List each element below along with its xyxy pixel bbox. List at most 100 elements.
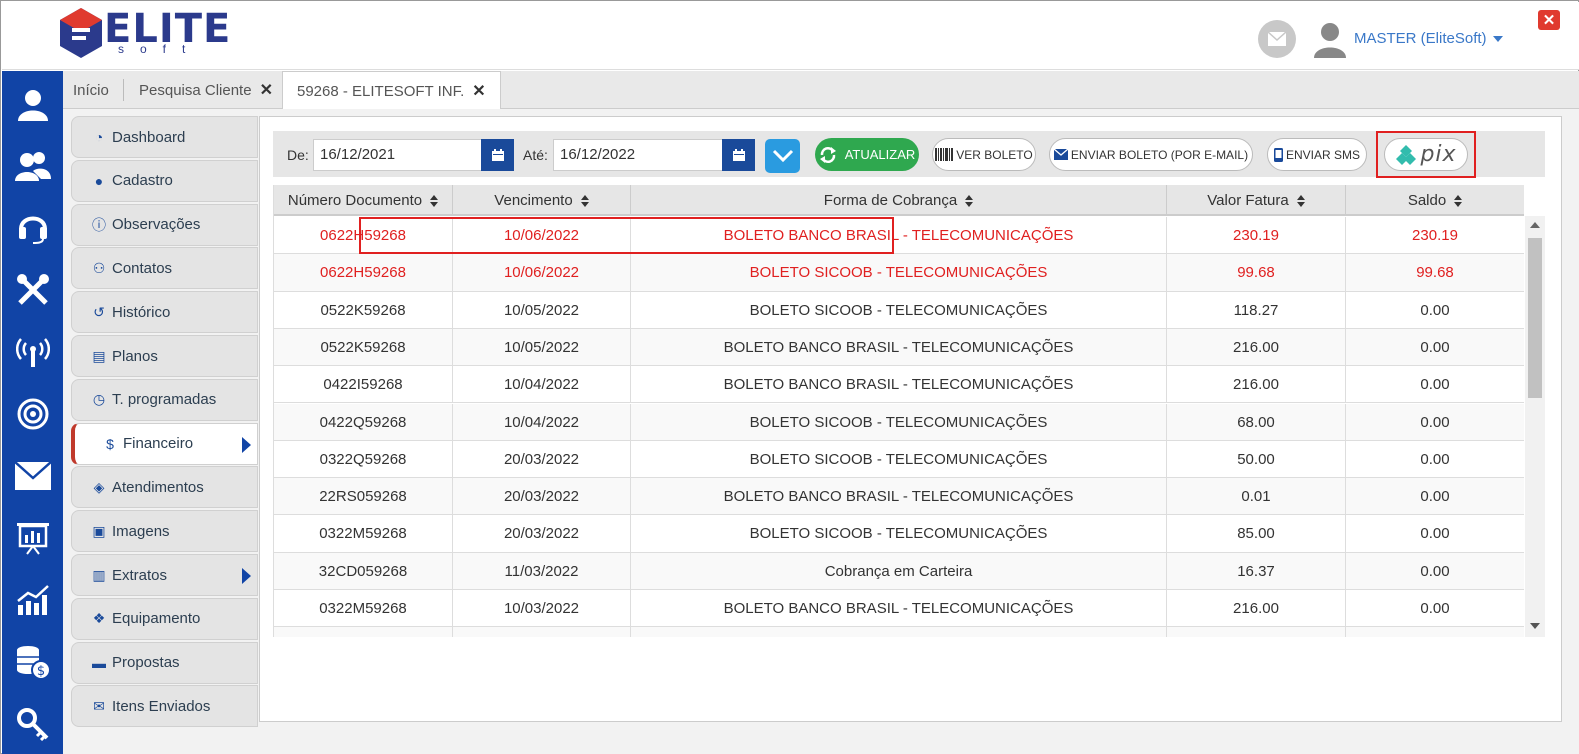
table-row[interactable]: 0422I59268 10/04/2022 BOLETO BANCO BRASIL … [274,366,1524,404]
menu-item-label: Histórico [112,303,171,321]
sort-icon [965,194,974,207]
sort-icon [1296,194,1305,207]
col-numero-documento[interactable]: Número Documento [274,185,453,216]
table-row[interactable]: 0522K59268 10/05/2022 BOLETO SICOOB - TELE… [274,291,1524,329]
cell-doc: 0322Q59268 [274,440,453,478]
from-calendar-button[interactable] [481,139,514,171]
main-sidebar: $ [2,71,63,754]
table-row[interactable]: 0322M59268 20/03/2022 BOLETO SICOOB - TELE… [274,515,1524,553]
from-date-input[interactable]: 16/12/2021 [313,139,485,171]
cell-valor: 216.00 [1167,590,1346,627]
cell-forma: BOLETO SICOOB - TELECOMUNICAÇÕES [631,291,1167,329]
menu-item-label: Financeiro [123,435,194,453]
mail-icon[interactable] [14,457,52,495]
menu-item-propostas[interactable]: ▬ Propostas [71,641,258,684]
to-calendar-button[interactable] [722,139,755,171]
scroll-up-icon[interactable] [1530,222,1540,228]
headset-icon[interactable] [14,209,52,247]
image-icon: ▣ [92,522,106,539]
scroll-down-icon[interactable] [1530,623,1540,629]
antenna-icon[interactable] [14,333,52,371]
table-row[interactable]: 0422Q59268 10/04/2022 BOLETO SICOOB - TELE… [274,403,1524,441]
col-vencimento[interactable]: Vencimento [453,185,631,216]
table-row[interactable]: 0322Q59268 20/03/2022 BOLETO SICOOB - TELE… [274,440,1524,479]
menu-item-label: Equipamento [112,610,201,628]
chevron-down-icon [1492,36,1503,43]
menu-item-cadastro[interactable]: ● Cadastro [71,159,258,202]
enviar-sms-label: ENVIAR SMS [1285,147,1360,162]
tools-icon[interactable] [14,271,52,309]
menu-item-imagens[interactable]: ▣ Imagens [71,510,258,553]
col-saldo[interactable]: Saldo [1346,185,1524,216]
to-date-input[interactable]: 16/12/2022 [553,139,725,171]
menu-item-t-programadas[interactable]: ◷ T. programadas [71,378,258,421]
enviar-sms-button[interactable]: ENVIAR SMS [1267,138,1367,171]
menu-item-dashboard[interactable]: ◔ Dashboard [71,116,258,158]
user-circle-icon: ● [94,172,104,189]
user-icon[interactable] [14,85,52,123]
chart-up-icon[interactable] [14,581,52,619]
cell-forma: BOLETO BANCO BRASIL - TELECOMUNICAÇÕES [631,590,1167,627]
table-scrollbar[interactable] [1525,216,1545,637]
menu-item-label: Atendimentos [112,478,204,496]
tab-label: Início [73,81,109,99]
close-icon[interactable]: ✕ [472,81,485,101]
menu-item-contatos[interactable]: ⚇ Contatos [71,247,258,290]
table-row[interactable]: 0522K59268 10/05/2022 BOLETO BANCO BRASIL … [274,328,1524,367]
tab-inicio[interactable]: Início [73,71,109,109]
cell-valor: 68.00 [1167,403,1346,441]
menu-item-extratos[interactable]: ▥ Extratos [71,554,258,596]
notifications-mail-button[interactable] [1258,20,1296,58]
cell-venc: 10/06/2022 [453,254,631,292]
cell-valor: 16.37 [1167,552,1346,590]
menu-item-observa-es[interactable]: ⓘ Observações [71,203,258,246]
cell-saldo: 0.00 [1346,553,1524,590]
table-row[interactable]: 22RS059268 20/03/2022 BOLETO BANCO BRASIL … [274,478,1524,516]
table-row[interactable]: 0322M59268 10/03/2022 BOLETO BANCO BRASIL … [274,590,1524,628]
cell-venc: 10/04/2022 [453,366,631,404]
cell-venc: 11/03/2022 [453,552,631,590]
menu-item-atendimentos[interactable]: ◈ Atendimentos [71,466,258,509]
expand-filter-button[interactable] [765,139,800,173]
cell-doc [274,627,453,637]
table-header: Número Documento Vencimento Forma de Cob… [274,185,1524,216]
menu-item-itens-enviados[interactable]: ✉ Itens Enviados [71,685,258,728]
close-all-tabs-button[interactable]: ✕ [1538,10,1560,30]
close-icon[interactable]: ✕ [260,80,273,100]
menu-item-hist-rico[interactable]: ↺ Histórico [71,291,258,334]
menu-item-financeiro[interactable]: $ Financeiro [71,422,258,465]
users-icon[interactable] [14,147,52,185]
cell-forma: BOLETO BANCO BRASIL - TELECOMUNICAÇÕES [631,328,1167,366]
table-row[interactable]: 0622H59268 10/06/2022 BOLETO SICOOB - TELE… [274,254,1524,292]
sort-icon [1454,194,1463,207]
database-money-icon[interactable]: $ [14,643,52,681]
tab-pesquisa-cliente[interactable]: Pesquisa Cliente ✕ [139,71,273,109]
cell-valor: 0.01 [1167,478,1346,516]
cell-saldo: 0.00 [1346,478,1524,515]
tab-cliente-59268[interactable]: 59268 - ELITESOFT INF. ✕ [282,71,501,110]
cell-saldo: 0.00 [1346,329,1524,366]
cell-doc: 0522K59268 [274,291,453,329]
cell-valor: 216.00 [1167,328,1346,366]
scroll-thumb[interactable] [1528,238,1542,398]
table-row[interactable] [274,627,1524,637]
key-icon[interactable] [14,705,52,743]
menu-item-planos[interactable]: ▤ Planos [71,335,258,377]
user-avatar-icon[interactable] [1312,20,1348,58]
menu-item-equipamento[interactable]: ❖ Equipamento [71,597,258,640]
tab-label: 59268 - ELITESOFT INF. [297,82,465,100]
pix-button[interactable]: pix [1384,138,1468,171]
elite-soft-logo[interactable]: ELITE soft [58,6,230,62]
col-valor-fatura[interactable]: Valor Fatura [1167,185,1346,216]
ver-boleto-button[interactable]: VER BOLETO [932,138,1036,171]
target-icon[interactable] [14,395,52,433]
cell-valor [1167,627,1346,637]
table-row[interactable]: 32CD059268 11/03/2022 Cobrança em Carteira… [274,552,1524,590]
col-forma-cobranca[interactable]: Forma de Cobrança [631,185,1167,216]
bar-chart-icon: ▥ [92,566,106,583]
atualizar-button[interactable]: ATUALIZAR [815,138,919,171]
user-menu-dropdown[interactable]: MASTER (EliteSoft) [1354,30,1503,47]
presentation-icon[interactable] [14,519,52,557]
cell-valor: 216.00 [1167,366,1346,404]
enviar-boleto-email-button[interactable]: ENVIAR BOLETO (POR E-MAIL) [1049,138,1253,171]
